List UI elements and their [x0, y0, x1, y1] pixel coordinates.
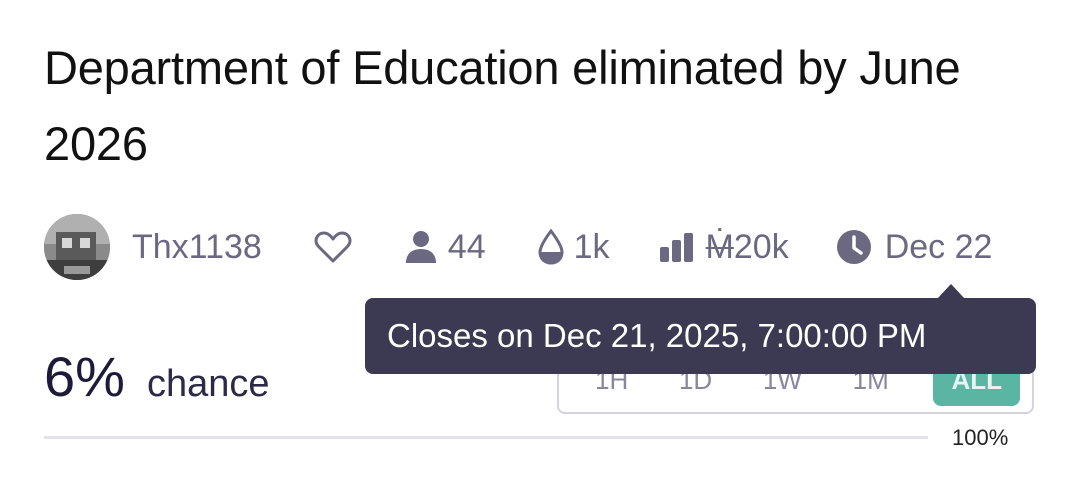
- tooltip-arrow: [937, 284, 965, 299]
- close-date[interactable]: Dec 22: [835, 227, 993, 267]
- close-date-tooltip: Closes on Dec 21, 2025, 7:00:00 PM: [365, 298, 1036, 374]
- close-date-value: Dec 22: [884, 227, 993, 266]
- market-meta-row: Thx1138 44 1k Ṁ20k Dec 22: [44, 214, 1044, 280]
- traders-count: 44: [404, 228, 486, 267]
- droplet-icon: [538, 228, 564, 265]
- creator-name[interactable]: Thx1138: [132, 228, 262, 267]
- market-title: Department of Education eliminated by Ju…: [44, 41, 961, 170]
- traders-value: 44: [447, 227, 486, 266]
- mana-symbol: Ṁ: [705, 227, 734, 266]
- bar-chart-icon: [659, 233, 693, 262]
- chart-axis-line: [44, 436, 928, 439]
- probability-value: 6%: [44, 345, 125, 408]
- liquidity: 1k: [536, 228, 610, 267]
- clock-icon: [836, 230, 871, 264]
- volume-value: Ṁ20k: [706, 228, 789, 267]
- avatar-image: [44, 214, 110, 280]
- market-page: Department of Education eliminated by Ju…: [0, 0, 1080, 502]
- volume: Ṁ20k: [658, 228, 789, 267]
- probability-display: 6% chance: [44, 344, 269, 409]
- probability-label: chance: [146, 363, 270, 405]
- volume-amount: 20k: [733, 227, 789, 266]
- avatar[interactable]: [44, 214, 110, 280]
- liquidity-value: 1k: [573, 227, 610, 266]
- user-icon: [405, 231, 436, 263]
- chart-y-max-label: 100%: [952, 425, 1009, 450]
- like-button[interactable]: [314, 230, 352, 264]
- tooltip-text: Closes on Dec 21, 2025, 7:00:00 PM: [387, 317, 927, 354]
- heart-icon: [314, 231, 352, 263]
